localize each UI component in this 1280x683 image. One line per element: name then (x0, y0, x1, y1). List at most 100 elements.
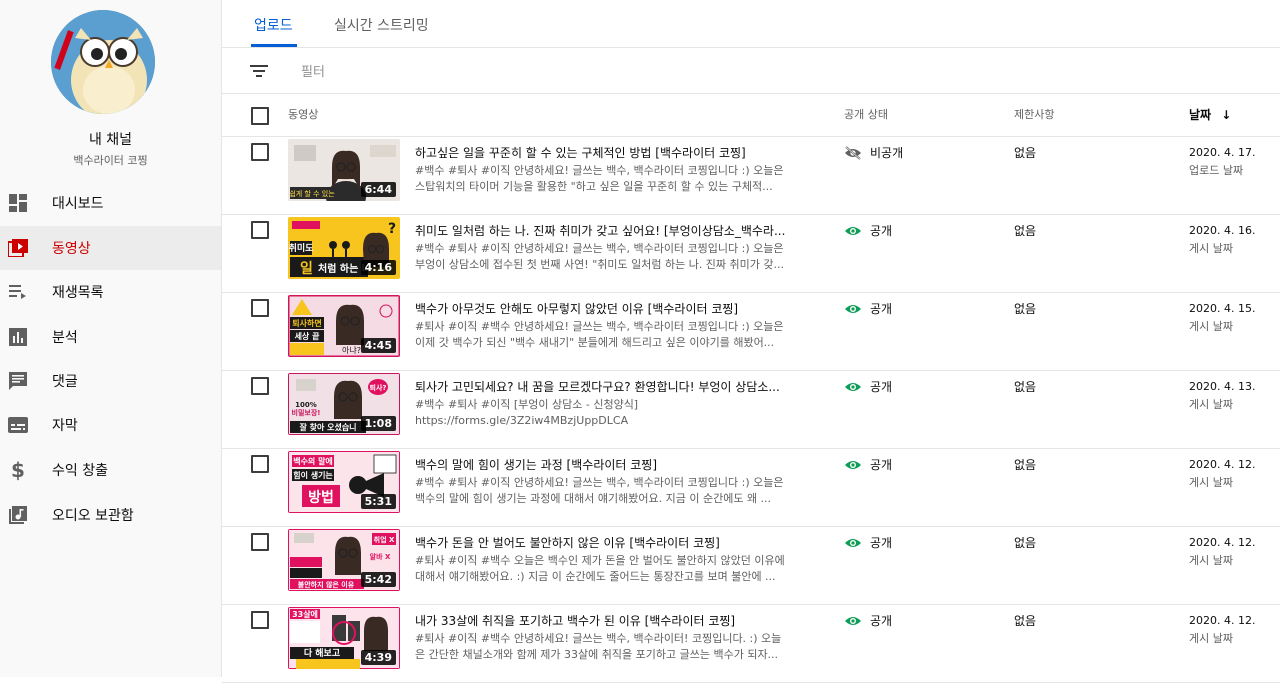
visibility-cell[interactable]: 공개 (844, 378, 892, 395)
date-type: 업로드 날짜 (1189, 164, 1244, 177)
description-line: 이제 갓 백수가 되신 "백수 새내기" 분들에게 해드리고 싶은 이야기를 해… (415, 336, 775, 349)
video-title[interactable]: 하고싶은 일을 꾸준히 할 수 있는 구체적인 방법 [백수라이터 코찡] (415, 144, 815, 161)
visibility-cell[interactable]: 비공개 (844, 144, 903, 161)
video-thumbnail[interactable]: 쉽게 할 수 있는 6:44 (288, 139, 400, 201)
sidebar-item-subtitles[interactable]: 자막 (0, 403, 221, 447)
row-checkbox[interactable] (251, 221, 269, 239)
sidebar-item-label: 자막 (52, 418, 78, 434)
tab-uploads[interactable]: 업로드 (254, 15, 293, 35)
sidebar-item-dashboard[interactable]: 대시보드 (0, 181, 221, 225)
sidebar-item-label: 재생목록 (52, 285, 104, 301)
table-row[interactable]: 33살에 다 해보고 4:39 내가 33살에 취직을 포기하고 백수가 된 이… (222, 605, 1280, 683)
select-all-checkbox[interactable] (251, 107, 269, 125)
date-cell: 2020. 4. 16. 게시 날짜 (1189, 222, 1255, 258)
date-value: 2020. 4. 12. (1189, 536, 1256, 549)
date-value: 2020. 4. 12. (1189, 614, 1256, 627)
date-value: 2020. 4. 13. (1189, 380, 1256, 393)
table-row[interactable]: 100% 비밀보장! 퇴사? 잘 찾아 오셨습니 1:08 퇴사가 고민되세요?… (222, 371, 1280, 449)
video-title[interactable]: 취미도 일처럼 하는 나. 진짜 취미가 갖고 싶어요! [부엉이상담소_백수라… (415, 222, 815, 239)
video-duration: 4:45 (360, 338, 396, 353)
visibility-label: 공개 (870, 458, 893, 472)
sidebar: 내 채널 백수라이터 코찡 대시보드 동영상 재생목록 분석 댓글 자막 $ 수… (0, 0, 222, 677)
playlist-icon (8, 282, 28, 302)
video-thumbnail[interactable]: 33살에 다 해보고 4:39 (288, 607, 400, 669)
comments-icon (8, 371, 28, 391)
svg-text:힘이 생기는: 힘이 생기는 (293, 470, 333, 480)
sidebar-item-playlists[interactable]: 재생목록 (0, 270, 221, 314)
header-date[interactable]: 날짜 ↓ (1189, 106, 1231, 123)
header-restrictions[interactable]: 제한사항 (1014, 106, 1054, 122)
date-cell: 2020. 4. 17. 업로드 날짜 (1189, 144, 1255, 180)
restrictions-cell: 없음 (1014, 614, 1037, 628)
video-title[interactable]: 백수가 아무것도 안해도 아무렇지 않았던 이유 [백수라이터 코찡] (415, 300, 815, 317)
visibility-cell[interactable]: 공개 (844, 534, 892, 551)
sidebar-item-comments[interactable]: 댓글 (0, 359, 221, 403)
date-type: 게시 날짜 (1189, 554, 1233, 567)
header-visibility[interactable]: 공개 상태 (844, 106, 888, 122)
visibility-label: 공개 (870, 536, 893, 550)
svg-text:잘 찾아 오셨습니: 잘 찾아 오셨습니 (299, 422, 356, 432)
table-row[interactable]: 쉽게 할 수 있는 6:44 하고싶은 일을 꾸준히 할 수 있는 구체적인 방… (222, 137, 1280, 215)
filter-bar[interactable]: 필터 (222, 48, 1280, 94)
eye-icon (845, 538, 861, 547)
row-checkbox[interactable] (251, 533, 269, 551)
description-line: 백수의 말에 힘이 생기는 과정에 대해서 얘기해봤어요. 지금 이 순간에도 … (415, 492, 772, 505)
row-checkbox[interactable] (251, 611, 269, 629)
row-checkbox[interactable] (251, 377, 269, 395)
tab-live-streaming[interactable]: 실시간 스트리밍 (334, 15, 429, 35)
svg-text:취미도: 취미도 (289, 242, 315, 254)
eye-icon (845, 304, 861, 313)
table-row[interactable]: 불안하지 않은 이유 취업 X 알바 X 5:42 백수가 돈을 안 벌어도 불… (222, 527, 1280, 605)
visibility-cell[interactable]: 공개 (844, 612, 892, 629)
row-checkbox[interactable] (251, 143, 269, 161)
video-title[interactable]: 백수가 돈을 안 벌어도 불안하지 않은 이유 [백수라이터 코찡] (415, 534, 815, 551)
description-line: 은 간단한 채널소개와 함께 제가 33살에 취직을 포기하고 글쓰는 백수가 … (415, 648, 779, 661)
eye-icon (845, 226, 861, 235)
sidebar-item-label: 대시보드 (52, 196, 104, 212)
video-duration: 4:39 (360, 650, 396, 665)
date-type: 게시 날짜 (1189, 242, 1233, 255)
svg-text:취업 X: 취업 X (374, 535, 395, 544)
date-value: 2020. 4. 12. (1189, 458, 1256, 471)
video-thumbnail[interactable]: 백수의 말에 힘이 생기는 방법 5:31 (288, 451, 400, 513)
visibility-cell[interactable]: 공개 (844, 222, 892, 239)
video-description: #퇴사 #이직 #백수 안녕하세요! 글쓰는 백수, 백수라이터! 코찡입니다.… (415, 631, 808, 663)
date-type: 게시 날짜 (1189, 632, 1233, 645)
video-description: #백수 #퇴사 #이직 안녕하세요! 글쓰는 백수, 백수라이터 코찡입니다 :… (415, 475, 808, 507)
date-type: 게시 날짜 (1189, 398, 1233, 411)
visibility-label: 공개 (870, 380, 893, 394)
sidebar-item-label: 동영상 (52, 241, 91, 257)
video-description: #백수 #퇴사 #이직 안녕하세요! 글쓰는 백수, 백수라이터 코찡입니다 :… (415, 241, 808, 273)
row-checkbox[interactable] (251, 455, 269, 473)
video-title[interactable]: 백수의 말에 힘이 생기는 과정 [백수라이터 코찡] (415, 456, 815, 473)
table-row[interactable]: 취미도 일 처럼 하는 나 ? 4:16 취미도 일처럼 하는 나. 진짜 취미… (222, 215, 1280, 293)
sidebar-item-analytics[interactable]: 분석 (0, 315, 221, 359)
visibility-cell[interactable]: 공개 (844, 300, 892, 317)
table-row[interactable]: 퇴사하면 세상 끝 아냐? 4:45 백수가 아무것도 안해도 아무렇지 않았던… (222, 293, 1280, 371)
visibility-cell[interactable]: 공개 (844, 456, 892, 473)
table-header: 동영상 공개 상태 제한사항 날짜 ↓ (222, 94, 1280, 137)
svg-text:퇴사하면: 퇴사하면 (292, 318, 321, 328)
row-checkbox[interactable] (251, 299, 269, 317)
video-title[interactable]: 내가 33살에 취직을 포기하고 백수가 된 이유 [백수라이터 코찡] (415, 612, 815, 629)
sidebar-item-videos[interactable]: 동영상 (0, 226, 221, 270)
svg-text:100%: 100% (295, 401, 317, 409)
date-value: 2020. 4. 15. (1189, 302, 1256, 315)
video-thumbnail[interactable]: 100% 비밀보장! 퇴사? 잘 찾아 오셨습니 1:08 (288, 373, 400, 435)
sidebar-item-monetization[interactable]: $ 수익 창출 (0, 448, 221, 492)
video-thumbnail[interactable]: 취미도 일 처럼 하는 나 ? 4:16 (288, 217, 400, 279)
video-title[interactable]: 퇴사가 고민되세요? 내 꿈을 모르겠다구요? 환영합니다! 부엉이 상담소..… (415, 378, 815, 395)
table-row[interactable]: 백수의 말에 힘이 생기는 방법 5:31 백수의 말에 힘이 생기는 과정 [… (222, 449, 1280, 527)
sidebar-item-audio-library[interactable]: 오디오 보관함 (0, 493, 221, 537)
filter-input[interactable]: 필터 (301, 61, 325, 80)
filter-icon[interactable] (250, 62, 270, 80)
svg-text:불안하지 않은 이유: 불안하지 않은 이유 (298, 580, 355, 589)
video-description: #퇴사 #이직 #백수 안녕하세요! 글쓰는 백수, 백수라이터 코찡입니다 :… (415, 319, 808, 351)
video-thumbnail[interactable]: 퇴사하면 세상 끝 아냐? 4:45 (288, 295, 400, 357)
channel-avatar[interactable] (51, 10, 155, 114)
main-content: 업로드 실시간 스트리밍 필터 동영상 공개 상태 제한사항 날짜 ↓ 쉽게 할… (222, 0, 1280, 683)
video-thumbnail[interactable]: 불안하지 않은 이유 취업 X 알바 X 5:42 (288, 529, 400, 591)
date-value: 2020. 4. 16. (1189, 224, 1256, 237)
description-line: 대해서 얘기해봤어요. :) 지금 이 순간에도 줄어드는 통장잔고를 보며 불… (415, 570, 776, 583)
dollar-icon: $ (11, 458, 25, 482)
